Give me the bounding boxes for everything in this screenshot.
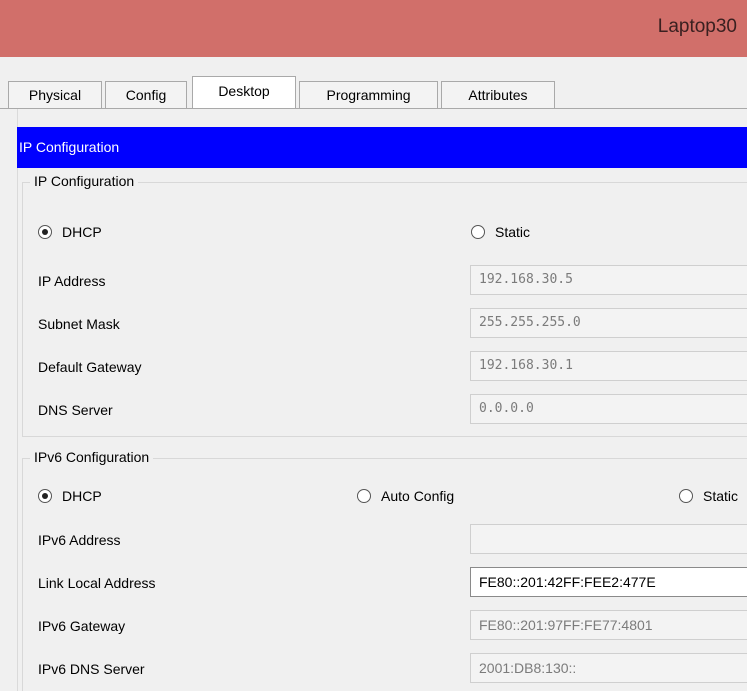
ipv4-group-title: IP Configuration [30, 173, 139, 189]
link-local-address-label: Link Local Address [38, 575, 156, 591]
dns-server-label: DNS Server [38, 402, 113, 418]
tab-bar: Physical Config Desktop Programming Attr… [0, 57, 747, 109]
ipv6-gateway-label: IPv6 Gateway [38, 618, 126, 634]
window-titlebar: Laptop30 [0, 0, 747, 57]
ipv6-dns-server-label: IPv6 DNS Server [38, 661, 145, 677]
app-header: IP Configuration [17, 127, 747, 168]
link-local-address-field[interactable]: FE80::201:42FF:FEE2:477E [470, 567, 747, 597]
radio-unselected-icon [357, 489, 371, 503]
ipv6-auto-config-label: Auto Config [381, 488, 455, 504]
radio-selected-icon [38, 225, 52, 239]
tab-config[interactable]: Config [105, 81, 187, 108]
radio-selected-icon [38, 489, 52, 503]
tab-attributes[interactable]: Attributes [441, 81, 555, 108]
ipv4-static-radio[interactable]: Static [471, 224, 530, 240]
ipv6-group-title: IPv6 Configuration [30, 449, 154, 465]
default-gateway-field[interactable]: 192.168.30.1 [470, 351, 747, 381]
ipv6-address-field[interactable] [470, 524, 747, 554]
ipv6-dhcp-radio[interactable]: DHCP [38, 488, 102, 504]
ipv6-static-radio[interactable]: Static [679, 488, 747, 504]
radio-unselected-icon [679, 489, 693, 503]
subnet-mask-label: Subnet Mask [38, 316, 120, 332]
ipv6-gateway-field[interactable]: FE80::201:97FF:FE77:4801 [470, 610, 747, 640]
subnet-mask-field[interactable]: 255.255.255.0 [470, 308, 747, 338]
window-title: Laptop30 [657, 16, 737, 37]
ipv4-dhcp-label: DHCP [62, 224, 102, 240]
tab-programming[interactable]: Programming [299, 81, 438, 108]
ipv6-dns-server-field[interactable]: 2001:DB8:130:: [470, 653, 747, 683]
ipv6-address-label: IPv6 Address [38, 532, 121, 548]
ipv4-dhcp-radio[interactable]: DHCP [38, 224, 102, 240]
dns-server-field[interactable]: 0.0.0.0 [470, 394, 747, 424]
ipv6-auto-config-radio[interactable]: Auto Config [357, 488, 454, 504]
tab-desktop[interactable]: Desktop [192, 76, 296, 109]
default-gateway-label: Default Gateway [38, 359, 142, 375]
ipv6-static-label: Static [703, 488, 739, 504]
ip-address-field[interactable]: 192.168.30.5 [470, 265, 747, 295]
ipv4-static-label: Static [495, 224, 531, 240]
ip-address-label: IP Address [38, 273, 106, 289]
radio-unselected-icon [471, 225, 485, 239]
tab-physical[interactable]: Physical [8, 81, 102, 108]
ipv6-dhcp-label: DHCP [62, 488, 102, 504]
